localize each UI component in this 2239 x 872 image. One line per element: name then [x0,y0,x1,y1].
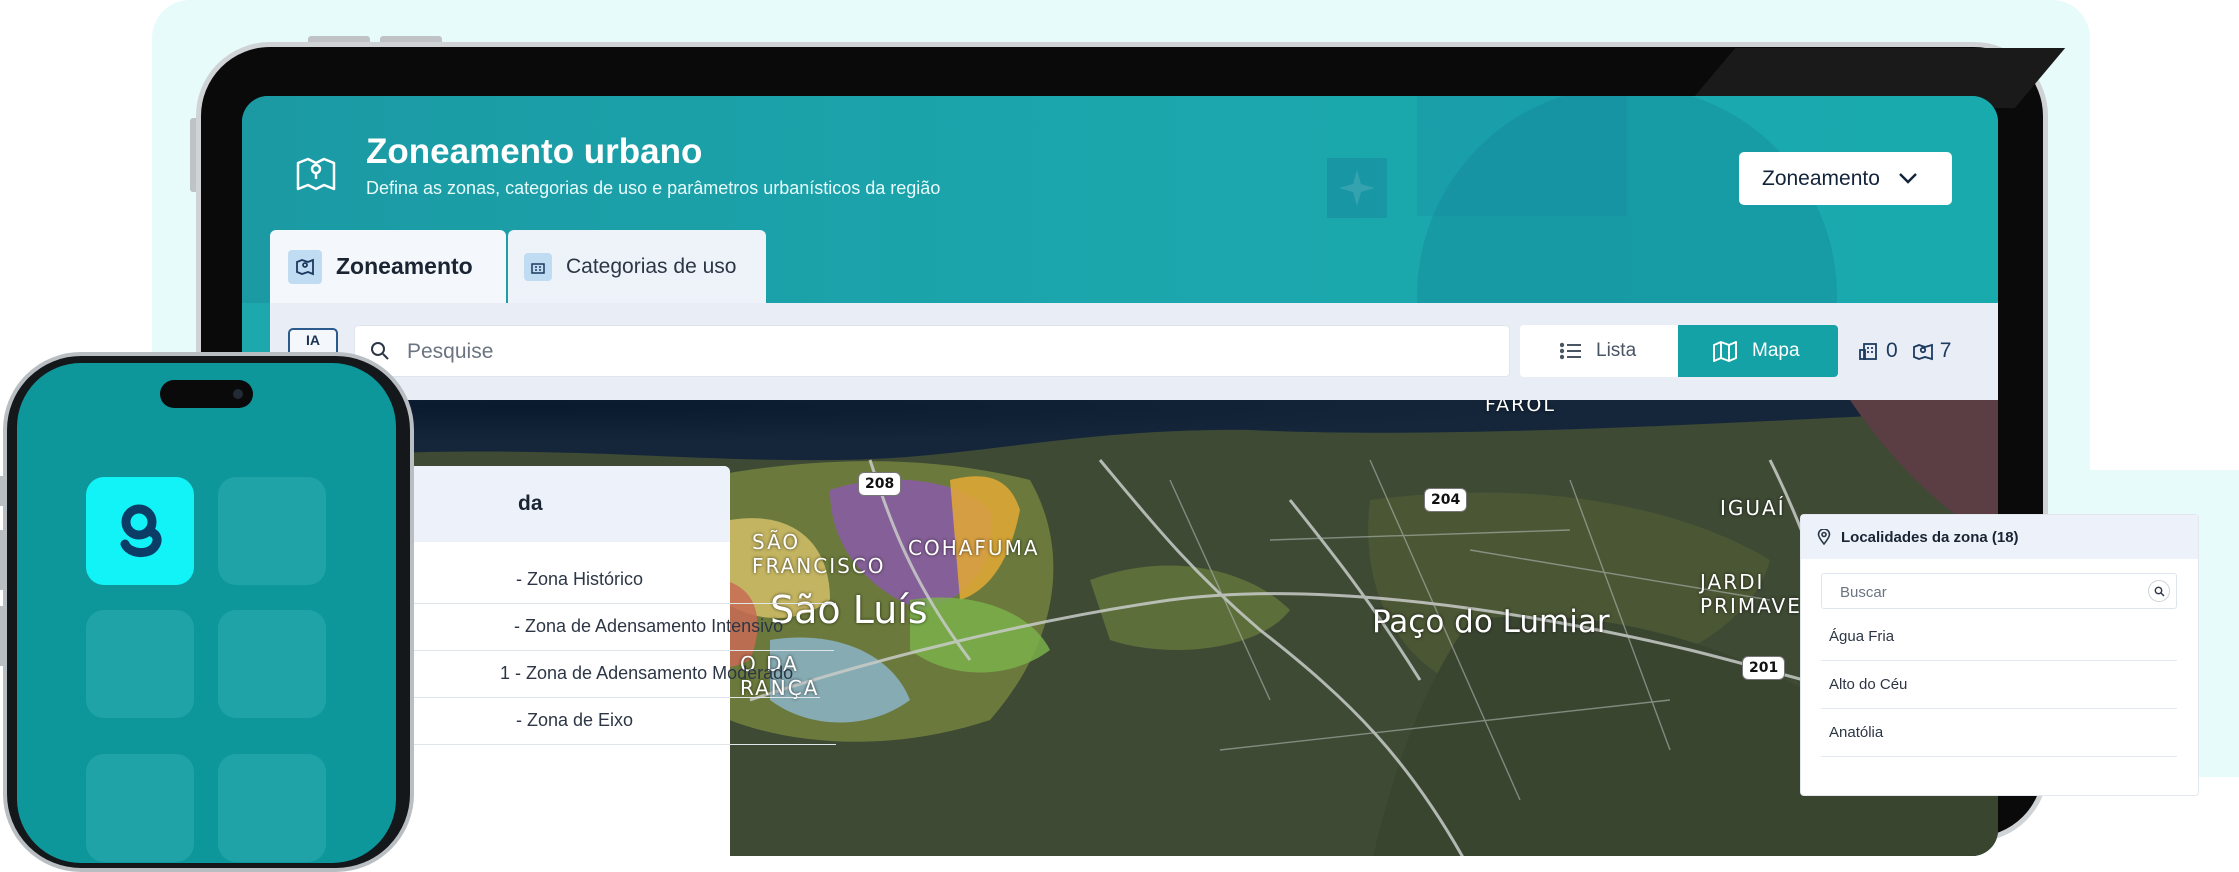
map-label-cohafuma: COHAFUMA [908,536,1040,560]
search-icon [371,342,389,360]
list-label: Lista [1596,340,1637,361]
highway-shield: 204 [1424,488,1468,512]
app-icon[interactable] [86,610,194,718]
building-icon [1859,343,1877,360]
map-label-iguaiba: IGUAÍ [1720,496,1786,520]
app-icon[interactable] [218,477,326,585]
list-item[interactable]: Anatólia [1821,709,2177,757]
legend-item[interactable]: - Zona de Eixo [360,697,836,745]
phone-camera [233,389,243,399]
map-label-paco-do-lumiar: Paço do Lumiar [1372,604,1610,640]
map-view-button[interactable]: Mapa [1678,325,1838,377]
highway-shield: 201 [1742,656,1786,680]
tab-label: Zoneamento [336,253,473,279]
map-pin-icon [1912,343,1933,361]
count-value: 0 [1886,339,1898,362]
building-icon [524,252,552,281]
tab-label: Categorias de uso [566,254,737,278]
app-icon[interactable] [218,754,326,862]
zoneamento-dropdown[interactable]: Zoneamento [1739,152,1952,205]
chevron-down-icon [1899,173,1917,184]
location-pin-icon [1817,529,1831,545]
search-field [354,325,1510,377]
toolbar: IA Lista Mapa 0 7 [270,303,1998,400]
map-label: Mapa [1752,340,1800,361]
search-icon [2154,586,2164,596]
page-title: Zoneamento urbano [366,132,703,171]
list-item[interactable]: Alto do Céu [1821,661,2177,709]
counters: 0 7 [1858,339,1965,363]
building-count: 0 [1858,339,1898,363]
tablet-screen: Zoneamento urbano Defina as zonas, categ… [242,96,1998,856]
view-toggle: Lista Mapa [1520,325,1838,377]
app-icon[interactable] [218,610,326,718]
map-label-jardim: JARDI PRIMAVE [1700,570,1802,618]
legend-panel: da - Zona Histórico - Zona de Adensament… [360,466,836,856]
tab-zoneamento[interactable]: Zoneamento [270,230,506,303]
app-icon-main[interactable] [86,477,194,585]
map-icon [1713,341,1737,362]
page-header: Zoneamento urbano Defina as zonas, categ… [242,96,1998,506]
search-input[interactable] [405,336,1489,368]
highway-shield: 208 [858,472,902,496]
map-icon [288,249,322,284]
phone-screen [17,363,396,863]
map-pin-icon [294,151,338,195]
page-subtitle: Defina as zonas, categorias de uso e par… [366,178,941,198]
localidades-card: Localidades da zona (18) Água Fria Alto … [1800,514,2199,796]
count-value: 7 [1939,339,1952,362]
header-decoration [1327,158,1387,218]
legend-item[interactable]: - Zona Histórico [360,556,836,604]
legend-item[interactable]: 1 - Zona de Adensamento Moderado [360,650,820,698]
card-title: Localidades da zona (18) [1841,528,2019,546]
list-icon [1560,342,1581,360]
g-logo-icon [120,504,162,557]
map-view[interactable]: FAROL SÃO FRANCISCO COHAFUMA São Luís Pa… [270,400,1998,856]
card-search-input[interactable] [1838,580,2142,604]
app-icon[interactable] [86,754,194,862]
card-search-field [1821,573,2177,609]
map-label-farol: FAROL [1485,400,1556,416]
header-decoration [1417,96,1627,216]
card-header: Localidades da zona (18) [1801,515,2198,559]
dropdown-label: Zoneamento [1762,166,1880,190]
legend-title: da [360,466,730,542]
list-item[interactable]: Água Fria [1821,613,2177,661]
legend-item[interactable]: - Zona de Adensamento Intensivo [360,603,834,651]
card-search-button[interactable] [2148,580,2170,602]
list-view-button[interactable]: Lista [1520,325,1678,377]
tab-categorias-de-uso[interactable]: Categorias de uso [508,230,766,303]
zone-count: 7 [1912,339,1952,363]
